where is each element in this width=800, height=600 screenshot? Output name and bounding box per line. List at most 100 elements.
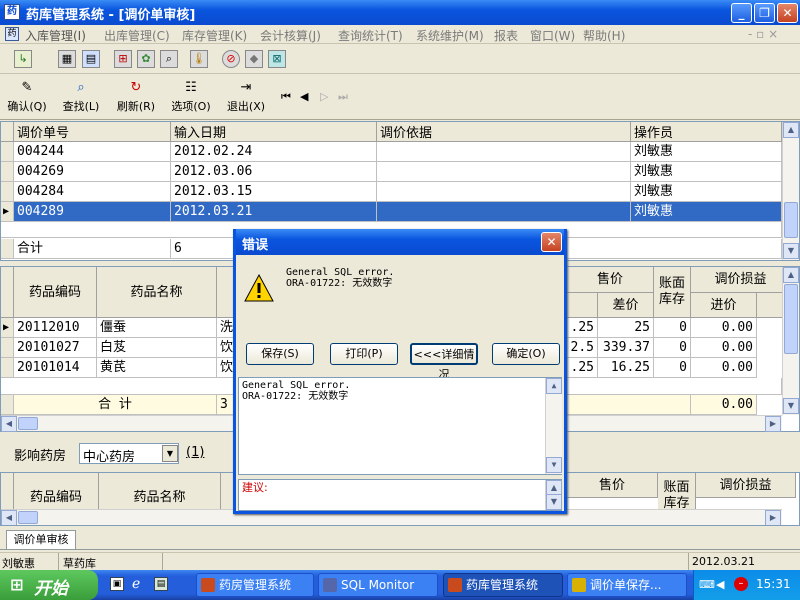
scroll-up-icon[interactable]: ▲: [546, 378, 562, 394]
print-button[interactable]: 打印(P): [330, 343, 398, 365]
exit-app-icon[interactable]: ⊠: [268, 50, 286, 68]
window-title-bar[interactable]: 药 药库管理系统 - [调价单审核] _ ❐ ✕: [0, 0, 800, 25]
scroll-left-icon[interactable]: ◀: [1, 416, 17, 432]
cell-name[interactable]: 白芨: [97, 338, 217, 358]
menu-outbound[interactable]: 出库管理(C): [104, 27, 170, 44]
mdi-child-icon[interactable]: 药: [5, 27, 19, 41]
cell-id[interactable]: 004289: [14, 202, 171, 222]
first-record-icon[interactable]: ⏮: [281, 90, 291, 104]
task-sql-monitor[interactable]: SQL Monitor: [318, 573, 438, 597]
options-button[interactable]: ☷ 选项(O): [167, 78, 215, 118]
detail-vscroll[interactable]: ▲ ▼: [545, 378, 562, 474]
menu-accounting[interactable]: 会计核算(J): [260, 27, 321, 44]
stop-icon[interactable]: –: [734, 577, 748, 591]
cell-code[interactable]: 20101014: [14, 358, 97, 378]
cell-diff[interactable]: 16.25: [598, 358, 654, 378]
menu-inventory[interactable]: 库存管理(K): [182, 27, 247, 44]
col-header-loss[interactable]: 调价损益: [696, 473, 796, 498]
stop-icon[interactable]: ⊘: [222, 50, 240, 68]
cell-date[interactable]: 2012.03.15: [171, 182, 377, 202]
mid-grid-vscroll[interactable]: ▲ ▼: [782, 267, 799, 415]
cell-stock[interactable]: 0: [654, 318, 691, 338]
scroll-down-icon[interactable]: ▼: [783, 243, 799, 259]
scroll-right-icon[interactable]: ▶: [765, 416, 781, 432]
tab-price-review[interactable]: 调价单审核: [6, 530, 76, 549]
menu-report[interactable]: 报表: [494, 27, 518, 44]
scroll-down-icon[interactable]: ▼: [783, 398, 799, 414]
col-header-id[interactable]: 调价单号: [14, 122, 171, 142]
cell-basis[interactable]: [377, 202, 631, 222]
next-record-icon[interactable]: ▷: [320, 90, 328, 103]
start-button[interactable]: ⊞ 开始: [0, 570, 98, 600]
top-grid-vscroll[interactable]: ▲ ▼: [782, 122, 799, 260]
save-button[interactable]: 保存(S): [246, 343, 314, 365]
menu-system[interactable]: 系统维护(M): [416, 27, 484, 44]
refresh-button[interactable]: ↻ 刷新(R): [112, 78, 160, 118]
scroll-thumb[interactable]: [18, 511, 38, 524]
print-icon[interactable]: ▦: [58, 50, 76, 68]
minimize-button[interactable]: _: [731, 3, 752, 23]
thermometer-icon[interactable]: 🌡: [190, 50, 208, 68]
cell-stock[interactable]: 0: [654, 358, 691, 378]
col-header-basis[interactable]: 调价依据: [377, 122, 631, 142]
cell-date[interactable]: 2012.03.06: [171, 162, 377, 182]
explorer-icon[interactable]: ▤: [154, 577, 168, 591]
cell-diff[interactable]: 25: [598, 318, 654, 338]
scroll-right-icon[interactable]: ▶: [765, 510, 781, 525]
post-icon[interactable]: ↳: [14, 50, 32, 68]
col-header-diff[interactable]: 差价: [598, 293, 654, 318]
scroll-left-icon[interactable]: ◀: [1, 510, 17, 525]
col-header-name[interactable]: 药品名称: [97, 267, 217, 318]
calc-icon[interactable]: ⊞: [114, 50, 132, 68]
confirm-button[interactable]: ✎ 确认(Q): [3, 78, 51, 118]
cell-operator[interactable]: 刘敏惠: [631, 162, 782, 182]
error-detail-memo[interactable]: General SQL error. ORA-01722: 无效数字 ▲ ▼: [238, 377, 562, 475]
volume-icon[interactable]: ◀: [716, 578, 724, 591]
cell-name[interactable]: 黄芪: [97, 358, 217, 378]
cell-code[interactable]: 20101027: [14, 338, 97, 358]
scroll-thumb[interactable]: [18, 417, 38, 430]
cell-code[interactable]: 20112010: [14, 318, 97, 338]
scroll-thumb[interactable]: [784, 202, 798, 238]
restore-button[interactable]: ❐: [754, 3, 775, 23]
col-header-date[interactable]: 输入日期: [171, 122, 377, 142]
scroll-down-icon[interactable]: ▼: [546, 457, 562, 473]
chart-icon[interactable]: ✿: [137, 50, 155, 68]
col-header-name[interactable]: 药品名称: [99, 473, 221, 511]
cell-purchase[interactable]: 0.00: [691, 318, 757, 338]
col-header-sale-price[interactable]: 售价: [567, 473, 658, 498]
cell-id[interactable]: 004284: [14, 182, 171, 202]
menu-help[interactable]: 帮助(H): [583, 27, 625, 44]
ie-icon[interactable]: ℯ: [132, 576, 140, 592]
cell-price[interactable]: .25: [567, 358, 598, 378]
col-header-code[interactable]: 药品编码: [14, 473, 99, 511]
col-header-stock[interactable]: 账面库存: [658, 473, 696, 511]
task-warehouse-system[interactable]: 药库管理系统: [443, 573, 563, 597]
cell-purchase[interactable]: 0.00: [691, 358, 757, 378]
exit-button[interactable]: ⇥ 退出(X): [222, 78, 270, 118]
zoom-icon[interactable]: ⌕: [160, 50, 178, 68]
cell-operator[interactable]: 刘敏惠: [631, 182, 782, 202]
cell-diff[interactable]: 339.37: [598, 338, 654, 358]
prev-record-icon[interactable]: ◀: [300, 90, 308, 103]
cell-operator[interactable]: 刘敏惠: [631, 202, 782, 222]
cell-basis[interactable]: [377, 182, 631, 202]
close-button[interactable]: ✕: [777, 3, 798, 23]
cell-purchase[interactable]: 0.00: [691, 338, 757, 358]
desktop-icon[interactable]: ▣: [110, 577, 124, 591]
scroll-up-icon[interactable]: ▲: [783, 267, 799, 283]
cell-id[interactable]: 004269: [14, 162, 171, 182]
details-button[interactable]: <<<详细情况: [410, 343, 478, 381]
scroll-thumb[interactable]: [784, 284, 798, 354]
pharmacy-select[interactable]: 中心药房 ▼: [79, 443, 179, 465]
chevron-down-icon[interactable]: ▼: [162, 445, 178, 462]
last-record-icon[interactable]: ⏭: [338, 90, 348, 104]
cell-name[interactable]: 僵蚕: [97, 318, 217, 338]
cell-basis[interactable]: [377, 142, 631, 162]
child-window-controls[interactable]: - ▫ ×: [748, 27, 778, 41]
menu-query[interactable]: 查询统计(T): [338, 27, 403, 44]
cell-date[interactable]: 2012.03.21: [171, 202, 377, 222]
col-header-operator[interactable]: 操作员: [631, 122, 782, 142]
task-save-price[interactable]: 调价单保存...: [567, 573, 687, 597]
suggestion-memo[interactable]: 建议: ▲ ▼: [238, 479, 562, 511]
